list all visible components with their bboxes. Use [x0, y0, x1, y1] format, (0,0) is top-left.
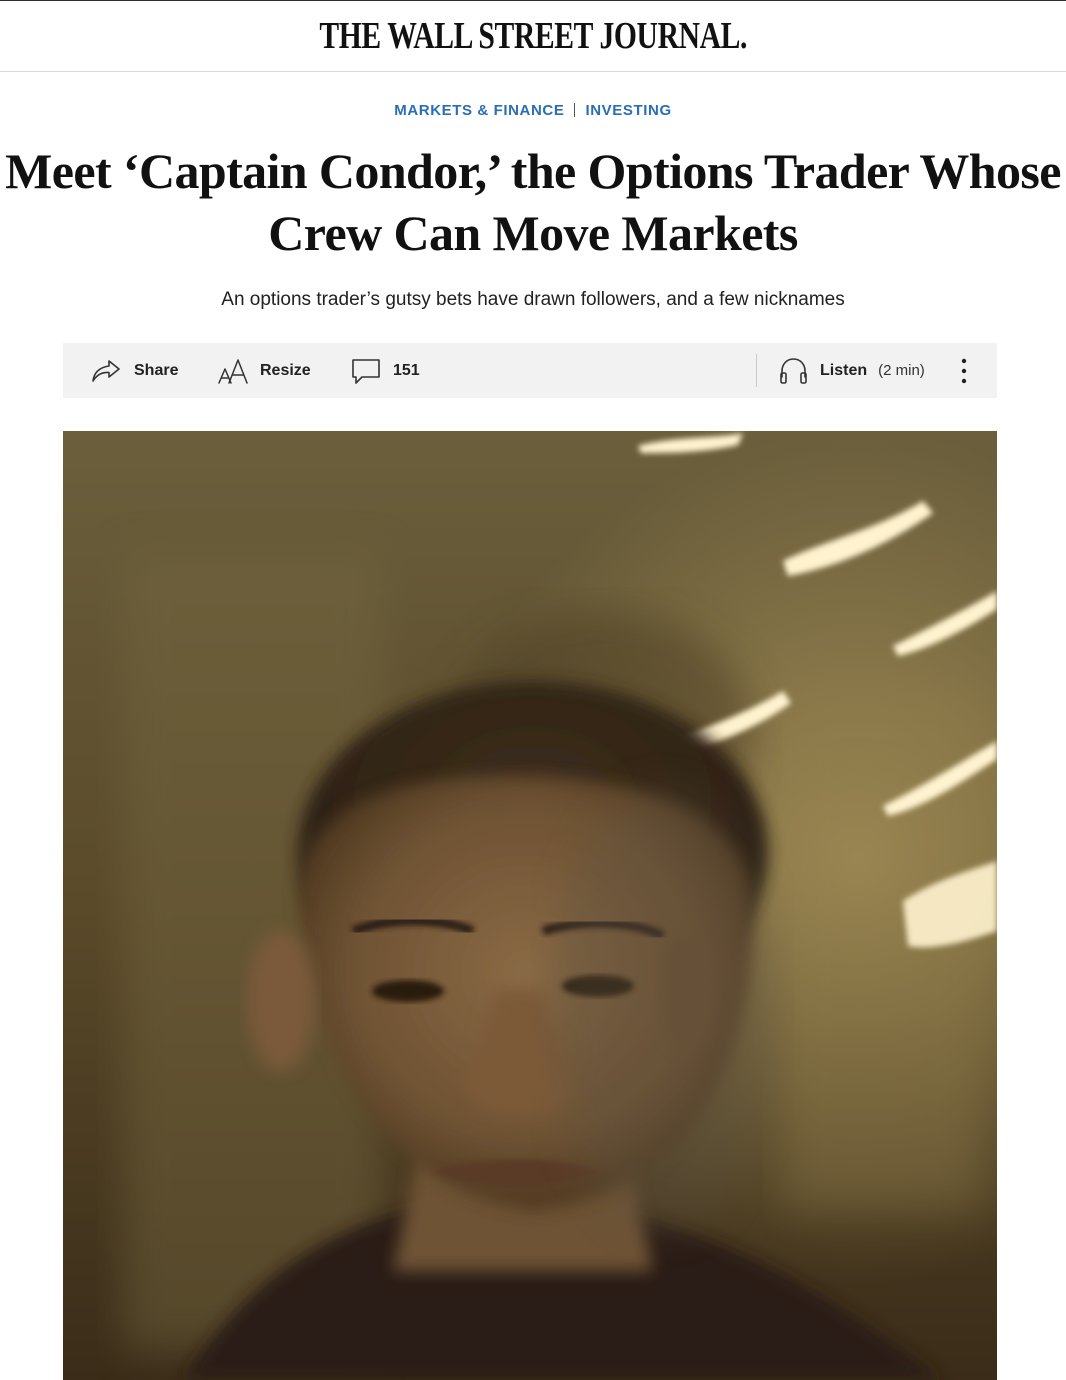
headphones-icon	[779, 357, 808, 385]
listen-duration: (2 min)	[878, 362, 925, 379]
resize-label: Resize	[260, 361, 311, 379]
masthead: THE WALL STREET JOURNAL.	[0, 1, 1066, 72]
headline-line-1: Meet ‘Captain Condor,’ the Options Trade…	[5, 143, 1061, 199]
listen-label: Listen	[820, 361, 868, 379]
wsj-logo[interactable]: THE WALL STREET JOURNAL.	[319, 14, 747, 58]
comment-count: 151	[393, 361, 420, 379]
toolbar-divider	[756, 354, 757, 387]
comments-button[interactable]: 151	[351, 343, 420, 398]
listen-button[interactable]: Listen (2 min)	[779, 343, 925, 398]
speech-bubble-icon	[351, 357, 381, 385]
headline-line-2: Crew Can Move Markets	[268, 205, 798, 261]
breadcrumb-separator	[574, 103, 576, 117]
share-button[interactable]: Share	[91, 343, 178, 398]
article-headline: Meet ‘Captain Condor,’ the Options Trade…	[0, 140, 1066, 264]
hero-photo	[63, 431, 997, 1380]
article-toolbar: Share Resize 151 Listen (2 min)	[63, 343, 997, 398]
breadcrumb-markets-finance[interactable]: MARKETS & FINANCE	[394, 102, 564, 119]
resize-button[interactable]: Resize	[218, 343, 311, 398]
share-label: Share	[134, 361, 179, 379]
breadcrumb: MARKETS & FINANCE INVESTING	[0, 102, 1066, 119]
text-resize-icon	[218, 358, 249, 384]
breadcrumb-investing[interactable]: INVESTING	[585, 102, 671, 119]
share-arrow-icon	[91, 358, 121, 384]
more-options-button[interactable]	[956, 343, 972, 398]
article-dek: An options trader’s gutsy bets have draw…	[221, 289, 845, 310]
vertical-ellipsis-icon	[961, 357, 967, 385]
